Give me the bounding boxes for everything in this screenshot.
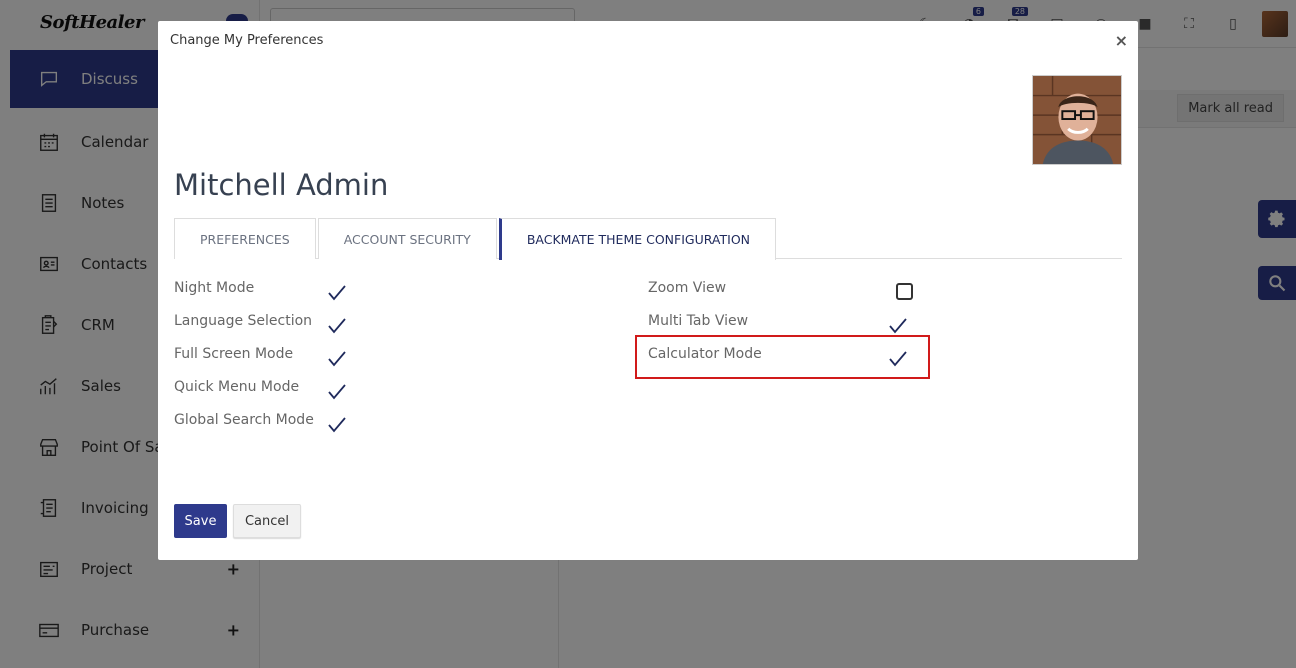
night-mode-checkbox[interactable]: [327, 284, 347, 302]
cancel-button[interactable]: Cancel: [233, 504, 301, 538]
preferences-tabs: PREFERENCES ACCOUNT SECURITY BACKMATE TH…: [174, 218, 1122, 260]
checkmark-icon: [328, 417, 346, 433]
user-name: Mitchell Admin: [174, 168, 389, 202]
checkmark-icon: [328, 351, 346, 367]
quick-menu-mode-label: Quick Menu Mode: [174, 379, 300, 395]
highlight-box: [635, 335, 930, 379]
profile-photo-image: [1033, 76, 1121, 164]
night-mode-label: Night Mode: [174, 280, 255, 296]
zoom-view-checkbox[interactable]: [896, 283, 913, 300]
dialog-title: Change My Preferences: [170, 33, 324, 48]
full-screen-mode-checkbox[interactable]: [327, 350, 347, 368]
tab-preferences[interactable]: PREFERENCES: [174, 218, 316, 259]
save-button[interactable]: Save: [174, 504, 227, 538]
checkmark-icon: [889, 318, 907, 334]
profile-photo[interactable]: [1032, 75, 1122, 165]
global-search-mode-checkbox[interactable]: [327, 416, 347, 434]
tab-backmate-theme-configuration[interactable]: BACKMATE THEME CONFIGURATION: [498, 218, 777, 260]
tab-account-security[interactable]: ACCOUNT SECURITY: [317, 218, 497, 259]
close-icon[interactable]: ×: [1115, 31, 1128, 50]
checkmark-icon: [328, 384, 346, 400]
quick-menu-mode-checkbox[interactable]: [327, 383, 347, 401]
language-selection-checkbox[interactable]: [327, 317, 347, 335]
multi-tab-view-label: Multi Tab View: [648, 313, 749, 329]
global-search-mode-label: Global Search Mode: [174, 412, 314, 428]
multi-tab-view-checkbox[interactable]: [888, 317, 908, 335]
checkmark-icon: [328, 318, 346, 334]
checkmark-icon: [328, 285, 346, 301]
full-screen-mode-label: Full Screen Mode: [174, 346, 294, 362]
preferences-dialog: Change My Preferences × Mitchell Admin P…: [158, 21, 1138, 560]
zoom-view-label: Zoom View: [648, 280, 727, 296]
language-selection-label: Language Selection: [174, 313, 313, 329]
